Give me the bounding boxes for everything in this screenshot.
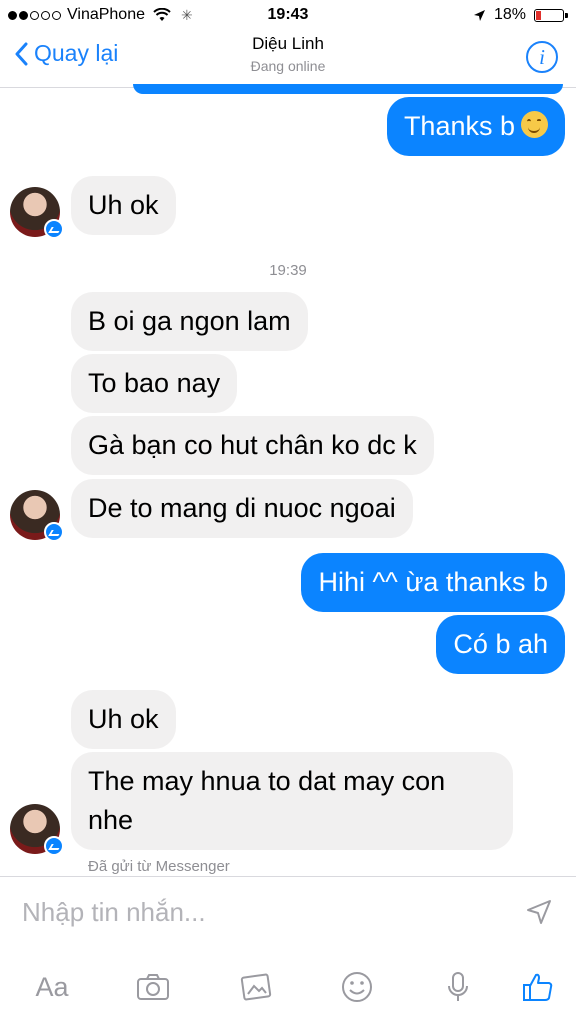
message-bubble-incoming[interactable]: Uh ok xyxy=(71,176,176,235)
emoji-icon xyxy=(342,972,372,1002)
navigation-bar: Quay lại Diệu Linh Đang online i xyxy=(0,30,576,88)
message-text: Uh ok xyxy=(88,190,159,220)
battery-percent: 18% xyxy=(493,6,526,23)
location-arrow-icon xyxy=(473,9,485,21)
message-text: De to mang di nuoc ngoai xyxy=(88,493,396,523)
emoji-button[interactable] xyxy=(337,967,377,1007)
message-bubble-outgoing[interactable]: Hihi ^^ ừa thanks b xyxy=(301,553,565,612)
composer-toolbar: Aa xyxy=(0,967,576,1007)
message-text: Thanks b xyxy=(403,111,515,141)
text-format-button[interactable]: Aa xyxy=(30,967,74,1007)
message-bubble-incoming[interactable]: To bao nay xyxy=(71,354,238,413)
like-button[interactable] xyxy=(518,967,558,1007)
microphone-icon xyxy=(448,972,468,1001)
message-bubble-incoming[interactable]: B oi ga ngon lam xyxy=(71,292,308,351)
message-bubble-incoming[interactable]: The may hnua to dat may con nhe xyxy=(71,752,513,850)
message-text: Gà bạn co hut chân ko dc k xyxy=(88,430,417,460)
camera-icon xyxy=(137,974,169,1000)
status-right: 18% xyxy=(473,6,568,24)
messenger-badge-icon xyxy=(44,836,64,856)
message-input[interactable]: Nhập tin nhắn... xyxy=(22,897,206,928)
message-bubble-incoming[interactable]: Gà bạn co hut chân ko dc k xyxy=(71,416,434,475)
message-text: The may hnua to dat may con nhe xyxy=(88,766,446,835)
contact-avatar[interactable] xyxy=(10,490,64,542)
camera-button[interactable] xyxy=(133,967,173,1007)
smiley-emoji-icon xyxy=(521,111,548,139)
info-icon: i xyxy=(539,45,545,69)
message-bubble-outgoing[interactable]: Thanks b xyxy=(386,97,565,156)
message-text: Có b ah xyxy=(453,629,548,659)
conversation-title: Diệu Linh Đang online xyxy=(0,34,576,74)
contact-status: Đang online xyxy=(250,58,326,74)
message-text: Hihi ^^ ừa thanks b xyxy=(318,567,548,597)
message-bubble-incoming[interactable]: De to mang di nuoc ngoai xyxy=(71,479,413,538)
contact-avatar[interactable] xyxy=(10,804,64,856)
message-bubble-incoming[interactable]: Uh ok xyxy=(71,690,176,749)
sent-via-label: Đã gửi từ Messenger xyxy=(88,858,230,875)
battery-fill xyxy=(536,10,542,20)
photo-button[interactable] xyxy=(236,967,276,1007)
status-bar: VinaPhone ✳ 19:43 18% xyxy=(0,0,576,30)
message-text: To bao nay xyxy=(88,368,221,398)
contact-avatar[interactable] xyxy=(10,187,64,239)
messenger-badge-icon xyxy=(44,522,64,542)
previous-message-bubble xyxy=(133,84,563,94)
contact-name: Diệu Linh xyxy=(252,34,324,53)
send-icon[interactable] xyxy=(526,899,552,925)
voice-button[interactable] xyxy=(438,967,478,1007)
message-bubble-outgoing[interactable]: Có b ah xyxy=(436,615,565,674)
messenger-badge-icon xyxy=(44,219,64,239)
like-icon xyxy=(523,973,553,1001)
info-button[interactable]: i xyxy=(526,41,558,73)
message-text: Uh ok xyxy=(88,704,159,734)
message-text: B oi ga ngon lam xyxy=(88,306,291,336)
composer: Nhập tin nhắn... Aa xyxy=(0,876,576,1024)
photo-icon xyxy=(240,973,272,1001)
timestamp-divider: 19:39 xyxy=(269,262,307,279)
battery-icon xyxy=(534,8,568,22)
